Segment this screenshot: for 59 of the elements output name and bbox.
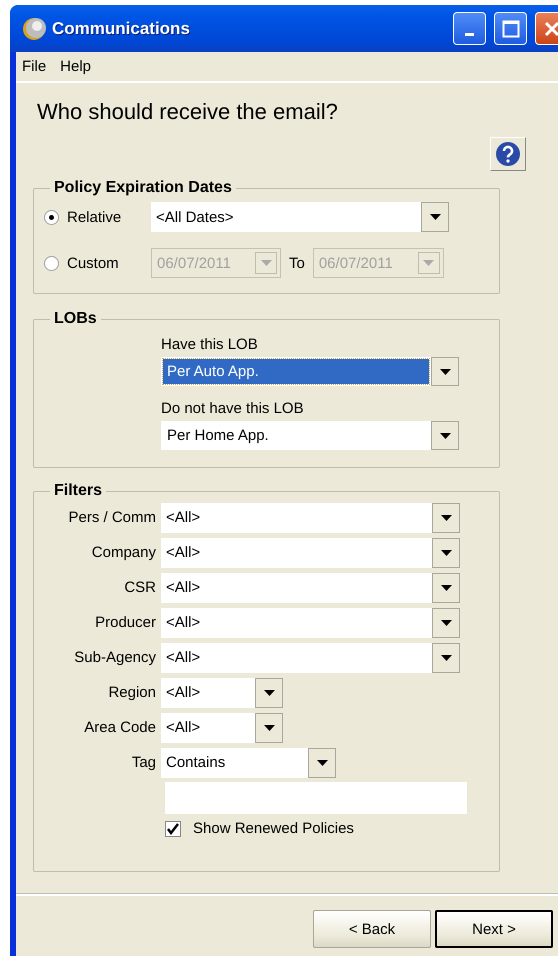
caret-icon (440, 584, 452, 590)
checkbox-label: Show Renewed Policies (193, 820, 354, 837)
window-title: Communications (52, 18, 191, 38)
caret-icon (440, 432, 450, 438)
caret-icon (264, 690, 274, 696)
field-label: Company (90, 544, 157, 561)
caret-icon (423, 260, 434, 266)
minimize-icon (465, 33, 474, 36)
dropdown[interactable]: Per Home App. (161, 421, 459, 450)
menu-item[interactable]: File (22, 58, 46, 75)
caret-icon (264, 724, 274, 730)
range-label: To (289, 254, 305, 272)
maximize-icon (502, 20, 520, 38)
field-label: Area Code (83, 719, 157, 736)
caret-icon (440, 620, 452, 626)
dropdown[interactable]: Per Auto App. (161, 357, 459, 386)
nav-button[interactable]: < Back (313, 910, 431, 948)
caret-icon (440, 654, 452, 660)
caret-icon (440, 550, 452, 556)
dropdown[interactable]: <All> (161, 712, 283, 742)
field-label: Do not have this LOB (161, 400, 305, 417)
caret-icon (260, 260, 272, 266)
help-button[interactable] (490, 137, 526, 171)
field-label: CSR (123, 579, 157, 596)
caret-icon (440, 514, 452, 520)
dropdown[interactable]: Contains (161, 748, 336, 778)
close-icon (542, 20, 558, 38)
dropdown[interactable]: <All> (161, 538, 460, 568)
field-label: Sub-Agency (73, 649, 157, 666)
radio-button[interactable] (44, 210, 59, 224)
dropdown[interactable]: <All> (161, 572, 460, 602)
radio-button[interactable] (44, 256, 59, 270)
dropdown[interactable]: <All Dates> (151, 202, 449, 232)
radio-label: Relative (67, 208, 122, 226)
caret-icon (430, 214, 440, 220)
group-title: Filters (53, 482, 104, 500)
tag-text-field[interactable] (165, 782, 467, 814)
maximize-button[interactable] (494, 12, 527, 45)
caret-icon (440, 368, 450, 374)
caret-icon (316, 760, 328, 766)
app-icon (22, 16, 46, 40)
dropdown[interactable]: <All> (161, 502, 460, 532)
menu-item[interactable]: Help (60, 58, 92, 75)
group-title: Policy Expiration Dates (53, 179, 233, 197)
field-label: Tag (130, 754, 157, 771)
help-icon (495, 141, 521, 167)
checkbox[interactable] (165, 820, 181, 836)
radio-label: Custom (67, 254, 120, 272)
dropdown[interactable]: <All> (161, 608, 460, 638)
field-label: Region (107, 684, 157, 701)
nav-button[interactable]: Next > (435, 910, 553, 948)
field-label: Pers / Comm (67, 509, 157, 526)
dropdown[interactable]: <All> (161, 642, 460, 672)
field-label: Producer (94, 614, 157, 631)
page-heading: Who should receive the email? (37, 99, 339, 126)
field-label: Have this LOB (161, 336, 259, 353)
group-title: LOBs (53, 310, 98, 328)
dropdown[interactable]: <All> (161, 678, 283, 708)
minimize-button[interactable] (453, 12, 486, 45)
